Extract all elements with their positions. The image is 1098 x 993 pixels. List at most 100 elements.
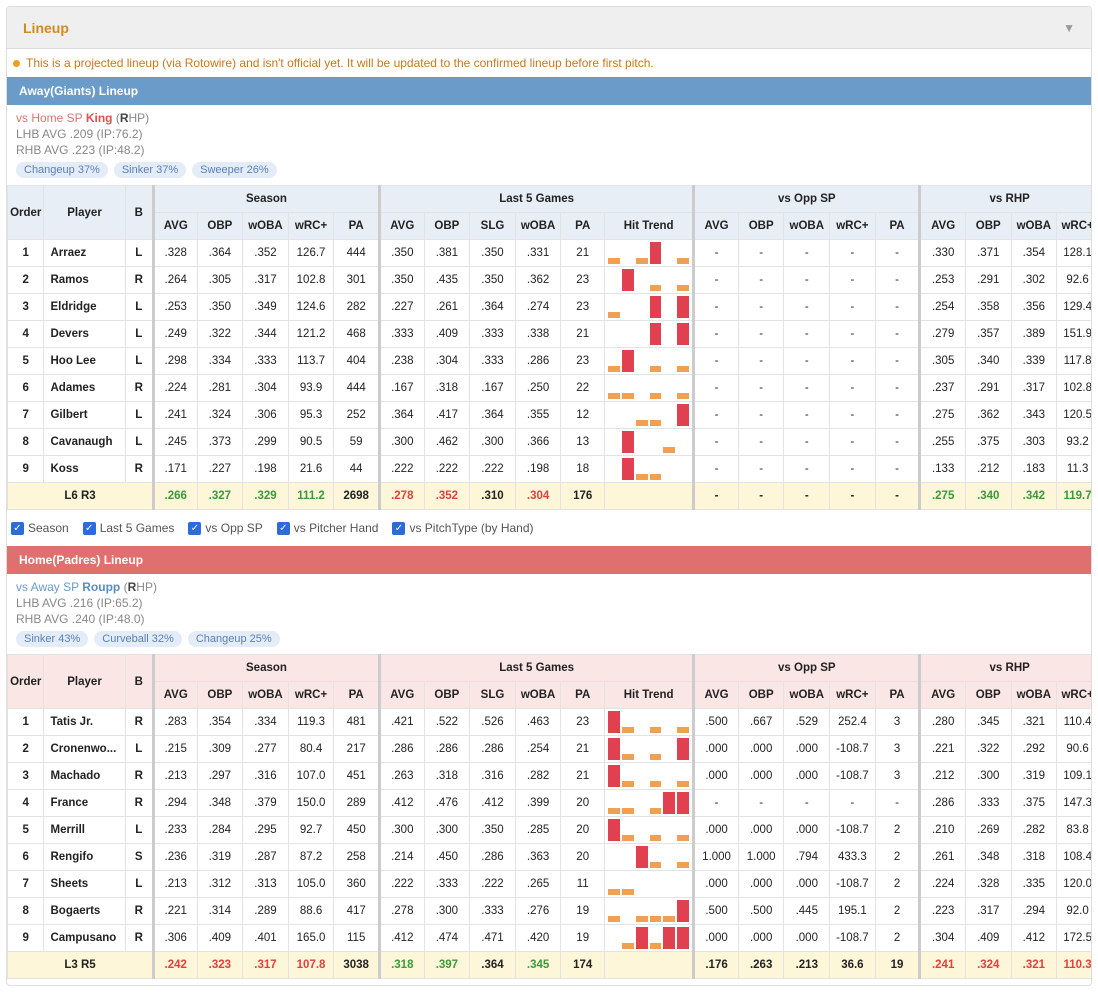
stat-column-header[interactable]: PA: [874, 681, 921, 709]
stat-column-header[interactable]: OBP: [964, 212, 1012, 240]
vs-opp-stat: -: [829, 401, 876, 429]
player-name-link[interactable]: Rengifo: [43, 843, 126, 871]
checkbox-checked-icon[interactable]: ✓: [82, 521, 96, 535]
stat-column-header[interactable]: wRC+: [1056, 681, 1091, 709]
player-name-link[interactable]: Merrill: [43, 816, 126, 844]
season-stat: 444: [333, 239, 380, 267]
player-name-link[interactable]: Koss: [43, 455, 126, 483]
pitch-pill[interactable]: Curveball 32%: [94, 631, 182, 647]
filter-checkbox[interactable]: ✓ vs PitchType (by Hand): [392, 521, 534, 535]
stat-column-header[interactable]: wOBA: [783, 681, 831, 709]
stat-column-header[interactable]: PA: [333, 681, 380, 709]
player-name-link[interactable]: Ramos: [43, 266, 126, 294]
bats-header[interactable]: B: [124, 654, 154, 709]
pitch-pill[interactable]: Sweeper 26%: [192, 162, 277, 178]
sp-name-link[interactable]: Roupp: [82, 580, 120, 594]
vs-rhp-stat: 151.9: [1056, 320, 1091, 348]
stat-column-header[interactable]: wOBA: [1010, 212, 1058, 240]
filter-checkbox[interactable]: ✓ vs Opp SP: [188, 521, 263, 535]
hit-trend-bar: [663, 916, 676, 922]
player-name-link[interactable]: Arraez: [43, 239, 126, 267]
hit-trend-bar: [635, 927, 648, 949]
stat-column-header[interactable]: OBP: [737, 681, 785, 709]
stat-column-header[interactable]: AVG: [692, 681, 739, 709]
stat-column-header[interactable]: wOBA: [242, 212, 289, 240]
stat-column-header[interactable]: wOBA: [514, 212, 562, 240]
stat-column-header[interactable]: PA: [560, 681, 605, 709]
player-name-link[interactable]: Adames: [43, 374, 126, 402]
stat-column-header[interactable]: PA: [560, 212, 605, 240]
pitch-pill[interactable]: Changeup 25%: [187, 631, 280, 647]
stat-column-header[interactable]: wRC+: [829, 212, 876, 240]
stat-column-header[interactable]: wOBA: [783, 212, 831, 240]
column-header-row: AVG OBP wOBA wRC+ PA AVG OBP SLG wOBA PA Hit Trend…: [8, 212, 1091, 240]
player-name-link[interactable]: Gilbert: [43, 401, 126, 429]
filter-checkbox[interactable]: ✓ Season: [11, 521, 69, 535]
stat-column-header[interactable]: AVG: [918, 681, 966, 709]
sp-name-link[interactable]: King: [86, 111, 113, 125]
stat-column-header[interactable]: AVG: [377, 681, 425, 709]
stat-column-header[interactable]: wRC+: [287, 681, 335, 709]
last5-stat: 23: [560, 708, 605, 736]
vs-rhp-stat: .210: [918, 816, 966, 844]
stat-column-header[interactable]: OBP: [423, 212, 471, 240]
player-name-link[interactable]: Sheets: [43, 870, 126, 898]
filter-checkbox[interactable]: ✓ vs Pitcher Hand: [276, 521, 378, 535]
checkbox-checked-icon[interactable]: ✓: [188, 521, 202, 535]
vs-rhp-stat: .317: [964, 897, 1012, 925]
stat-column-header[interactable]: AVG: [918, 212, 966, 240]
panel-header[interactable]: Lineup ▼: [7, 7, 1091, 49]
vs-rhp-stat: .333: [964, 789, 1012, 817]
player-name-link[interactable]: Cronenwo...: [43, 735, 126, 763]
pitch-pill[interactable]: Sinker 37%: [113, 162, 187, 178]
player-name-link[interactable]: Devers: [43, 320, 126, 348]
checkbox-checked-icon[interactable]: ✓: [11, 521, 24, 535]
stat-column-header[interactable]: wRC+: [287, 212, 335, 240]
stat-column-header[interactable]: OBP: [737, 212, 785, 240]
stat-column-header[interactable]: OBP: [423, 681, 471, 709]
pitch-pill[interactable]: Sinker 43%: [16, 631, 89, 647]
player-name-link[interactable]: Eldridge: [43, 293, 126, 321]
hit-trend-cell: [603, 924, 695, 952]
player-name-link[interactable]: Machado: [43, 762, 126, 790]
player-name-link[interactable]: Bogaerts: [43, 897, 126, 925]
stat-column-header[interactable]: wOBA: [514, 681, 562, 709]
player-name-link[interactable]: Tatis Jr.: [43, 708, 126, 736]
stat-column-header[interactable]: PA: [874, 212, 921, 240]
stat-column-header[interactable]: SLG: [469, 212, 516, 240]
pitch-pill[interactable]: Changeup 37%: [16, 162, 108, 178]
filter-checkbox[interactable]: ✓ Last 5 Games: [82, 521, 174, 535]
season-stat: 90.5: [287, 428, 335, 456]
checkbox-checked-icon[interactable]: ✓: [276, 521, 290, 535]
player-header[interactable]: Player: [43, 185, 126, 240]
stat-column-header[interactable]: wOBA: [242, 681, 289, 709]
stat-column-header[interactable]: Hit Trend: [603, 212, 695, 240]
stat-column-header[interactable]: wOBA: [1010, 681, 1058, 709]
filter-label: Season: [28, 521, 69, 535]
bats-header[interactable]: B: [124, 185, 154, 240]
stat-column-header[interactable]: SLG: [469, 681, 516, 709]
stat-column-header[interactable]: OBP: [964, 681, 1012, 709]
stat-column-header[interactable]: AVG: [151, 681, 198, 709]
player-name-link[interactable]: Hoo Lee: [43, 347, 126, 375]
stat-column-header[interactable]: AVG: [692, 212, 739, 240]
stat-column-header[interactable]: AVG: [377, 212, 425, 240]
bats-hand: R: [124, 708, 154, 736]
stat-column-header[interactable]: Hit Trend: [603, 681, 695, 709]
checkbox-checked-icon[interactable]: ✓: [392, 521, 406, 535]
order-header[interactable]: Order: [7, 185, 45, 240]
player-name-link[interactable]: Campusano: [43, 924, 126, 952]
stat-column-header[interactable]: wRC+: [1056, 212, 1091, 240]
collapse-caret-icon[interactable]: ▼: [1063, 21, 1075, 35]
order-header[interactable]: Order: [7, 654, 45, 709]
player-name-link[interactable]: France: [43, 789, 126, 817]
stat-column-header[interactable]: AVG: [151, 212, 198, 240]
stat-column-header[interactable]: wRC+: [829, 681, 876, 709]
vs-opp-stat: -: [874, 293, 921, 321]
player-name-link[interactable]: Cavanaugh: [43, 428, 126, 456]
player-header[interactable]: Player: [43, 654, 126, 709]
stat-column-header[interactable]: OBP: [196, 681, 244, 709]
stat-column-header[interactable]: OBP: [196, 212, 244, 240]
bats-hand: R: [124, 374, 154, 402]
stat-column-header[interactable]: PA: [333, 212, 380, 240]
